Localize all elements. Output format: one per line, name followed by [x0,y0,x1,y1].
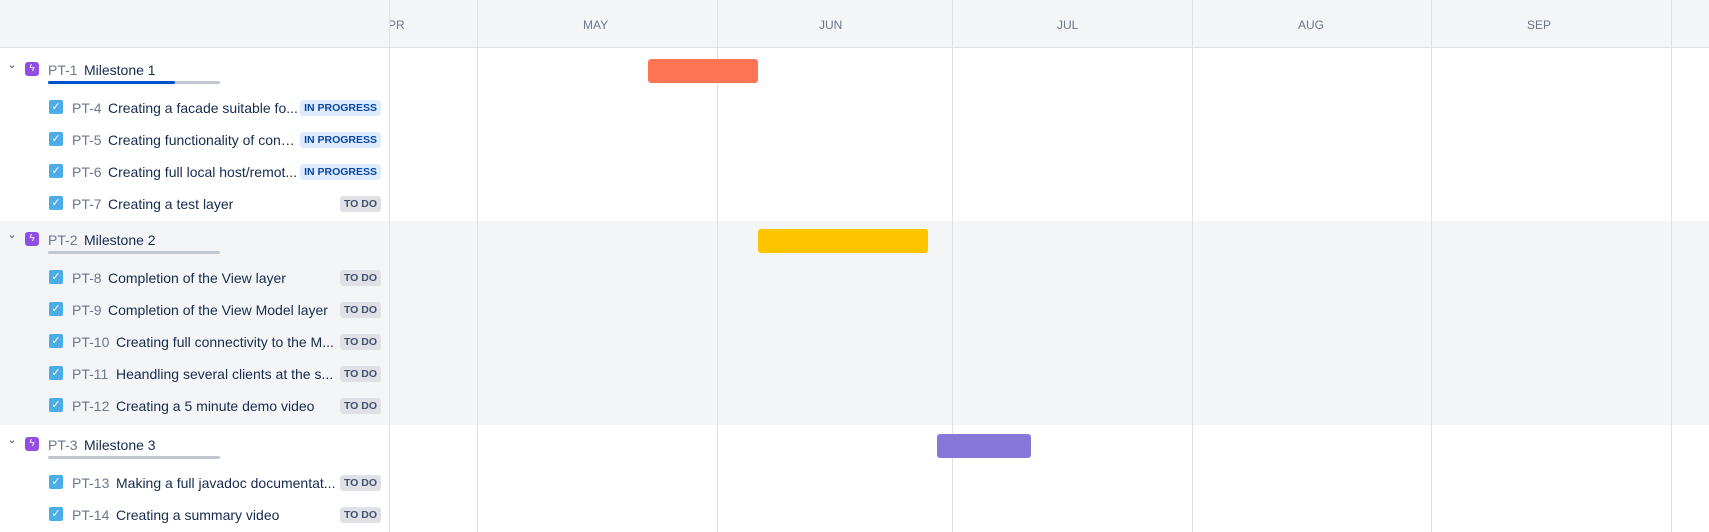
issue-row[interactable]: ✓ PT-10 Creating full connectivity to the … [0,326,389,358]
task-checkbox-icon: ✓ [49,270,63,284]
epic-row[interactable]: ⌄ ϟ PT-3 Milestone 3 [0,429,389,461]
chevron-down-icon[interactable]: ⌄ [7,230,17,241]
task-checkbox-icon: ✓ [49,132,63,146]
epic-row[interactable]: ⌄ ϟ PT-2 Milestone 2 [0,224,389,256]
task-checkbox-icon: ✓ [49,100,63,114]
epic-key[interactable]: PT-1 [48,62,78,78]
task-checkbox-icon: ✓ [49,475,63,489]
issue-row[interactable]: ✓ PT-13 Making a full javadoc documentat..… [0,467,389,499]
month-gridline [1192,0,1193,532]
issue-row[interactable]: ✓ PT-14 Creating a summary video TO DO [0,499,389,531]
epic-timeline-bar[interactable] [648,59,758,83]
issue-title[interactable]: Creating a facade suitable fo... [108,100,298,116]
epic-title[interactable]: Milestone 2 [84,232,156,248]
task-checkbox-icon: ✓ [49,334,63,348]
status-lozenge: TO DO [339,270,381,286]
epic-timeline-bar[interactable] [937,434,1031,458]
task-checkbox-icon: ✓ [49,196,63,210]
status-lozenge: TO DO [339,507,381,523]
issue-title[interactable]: Creating a 5 minute demo video [116,398,314,414]
month-label: MAY [583,18,609,32]
issue-title[interactable]: Making a full javadoc documentat... [116,475,335,491]
issue-title[interactable]: Creating full connectivity to the M... [116,334,334,350]
status-lozenge: TO DO [339,302,381,318]
task-checkbox-icon: ✓ [49,398,63,412]
month-gridline [1671,0,1672,532]
status-lozenge: TO DO [339,475,381,491]
status-lozenge: TO DO [339,366,381,382]
month-label: JUL [1057,18,1079,32]
issue-title[interactable]: Completion of the View Model layer [108,302,328,318]
task-checkbox-icon: ✓ [49,164,63,178]
month-label: AUG [1298,18,1325,32]
issue-row[interactable]: ✓ PT-9 Completion of the View Model layer T… [0,294,389,326]
epic-lightning-icon: ϟ [25,437,39,451]
epic-title[interactable]: Milestone 1 [84,62,156,78]
issue-row[interactable]: ✓ PT-7 Creating a test layer TO DO [0,188,389,220]
issue-key[interactable]: PT-10 [72,334,109,350]
task-checkbox-icon: ✓ [49,302,63,316]
month-label: SEP [1527,18,1552,32]
status-lozenge: IN PROGRESS [300,132,381,148]
timeline-panel: PR MAY JUN JUL AUG SEP [390,0,1709,532]
issue-row[interactable]: ✓ PT-4 Creating a facade suitable fo... IN … [0,92,389,124]
issue-key[interactable]: PT-14 [72,507,109,523]
issue-row[interactable]: ✓ PT-8 Completion of the View layer TO DO [0,262,389,294]
epic-lightning-icon: ϟ [25,232,39,246]
issue-row[interactable]: ✓ PT-11 Heandling several clients at the s… [0,358,389,390]
issue-title[interactable]: Creating full local host/remot... [108,164,297,180]
epic-timeline-bar[interactable] [758,229,928,253]
issue-title[interactable]: Completion of the View layer [108,270,286,286]
issue-key[interactable]: PT-11 [72,366,108,382]
task-checkbox-icon: ✓ [49,507,63,521]
timeline-header: PR MAY JUN JUL AUG SEP [390,0,1709,48]
status-lozenge: TO DO [339,334,381,350]
issue-row[interactable]: ✓ PT-6 Creating full local host/remot... IN… [0,156,389,188]
epic-key[interactable]: PT-3 [48,437,78,453]
roadmap-view: ⌄ ϟ PT-1 Milestone 1 ✓ PT-4 Creating a facade … [0,0,1709,532]
issue-list-panel: ⌄ ϟ PT-1 Milestone 1 ✓ PT-4 Creating a facade … [0,0,390,532]
status-lozenge: IN PROGRESS [300,164,381,180]
epic-progress-fill [48,81,176,84]
issue-row[interactable]: ✓ PT-12 Creating a 5 minute demo video TO D… [0,390,389,422]
issue-title[interactable]: Heandling several clients at the s... [116,366,333,382]
month-gridline [1431,0,1432,532]
chevron-down-icon[interactable]: ⌄ [7,435,17,446]
month-label: PR [390,18,405,32]
month-gridline [477,0,478,532]
epic-progress-bar [48,81,220,84]
status-lozenge: TO DO [339,196,381,212]
epic-title[interactable]: Milestone 3 [84,437,156,453]
status-lozenge: IN PROGRESS [300,100,381,116]
epic-lightning-icon: ϟ [25,62,39,76]
epic-row[interactable]: ⌄ ϟ PT-1 Milestone 1 [0,54,389,86]
epic-progress-bar [48,251,220,254]
issue-title[interactable]: Creating functionality of conn... [108,132,300,148]
epic-progress-bar [48,456,220,459]
status-lozenge: TO DO [339,398,381,414]
issue-title[interactable]: Creating a test layer [108,196,233,212]
issue-list-header [0,0,389,48]
issue-key[interactable]: PT-9 [72,302,102,318]
epic-key[interactable]: PT-2 [48,232,78,248]
issue-key[interactable]: PT-5 [72,132,102,148]
task-checkbox-icon: ✓ [49,366,63,380]
month-label: JUN [819,18,843,32]
issue-key[interactable]: PT-7 [72,196,102,212]
issue-row[interactable]: ✓ PT-5 Creating functionality of conn... IN… [0,124,389,156]
issue-key[interactable]: PT-6 [72,164,102,180]
issue-key[interactable]: PT-12 [72,398,109,414]
issue-key[interactable]: PT-8 [72,270,102,286]
issue-title[interactable]: Creating a summary video [116,507,279,523]
issue-key[interactable]: PT-4 [72,100,102,116]
issue-key[interactable]: PT-13 [72,475,109,491]
chevron-down-icon[interactable]: ⌄ [7,60,17,71]
